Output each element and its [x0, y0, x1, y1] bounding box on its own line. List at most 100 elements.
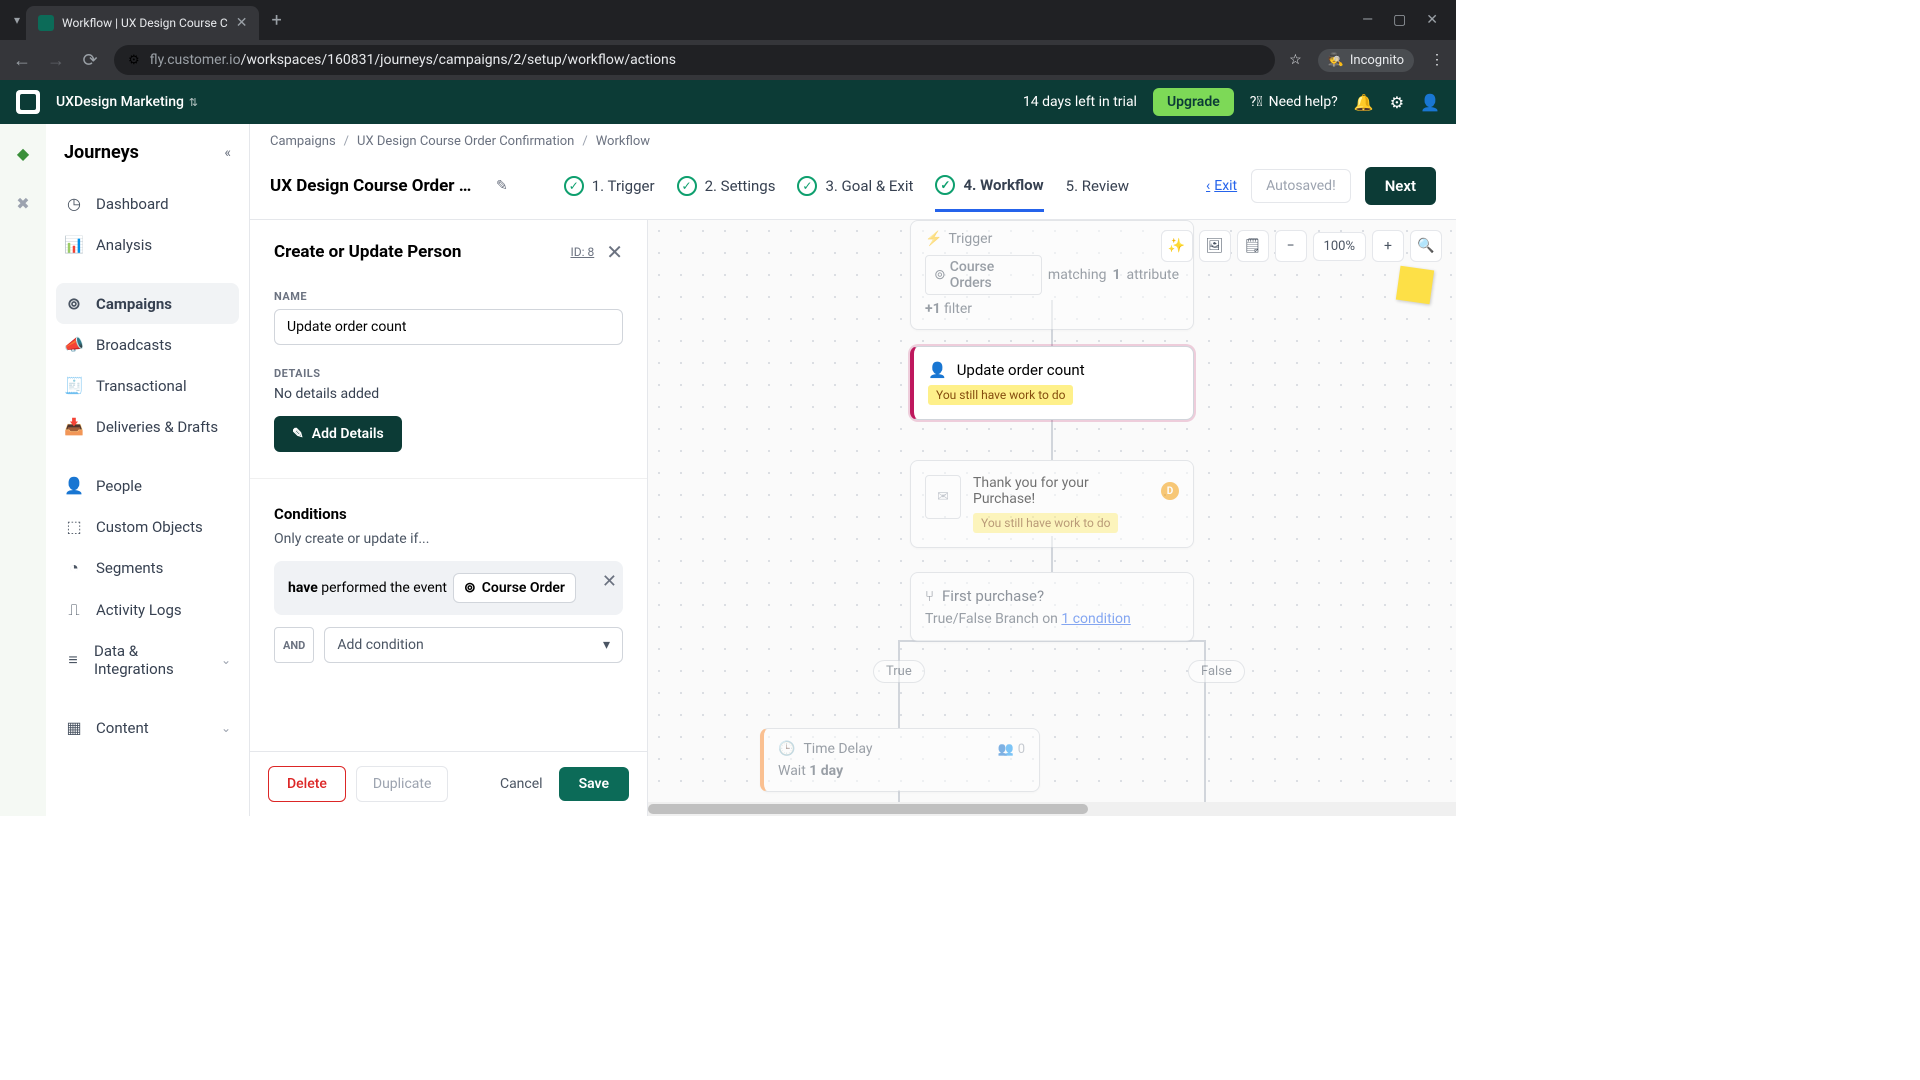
panel-id-link[interactable]: ID: 8 [570, 245, 594, 259]
remove-condition-icon[interactable]: ✕ [594, 571, 625, 592]
campaign-header: UX Design Course Order Confir... ✎ 1. Tr… [250, 159, 1456, 220]
step-review[interactable]: 5. Review [1066, 175, 1129, 197]
cube-icon: ⬚ [64, 517, 84, 536]
search-icon[interactable]: 🔍 [1410, 230, 1442, 262]
add-details-button[interactable]: ✎Add Details [274, 416, 402, 452]
reload-icon[interactable]: ⟳ [80, 50, 100, 71]
breadcrumb-campaign-name[interactable]: UX Design Course Order Confirmation [357, 134, 574, 149]
branch-true-label: True [873, 660, 925, 683]
edit-title-icon[interactable]: ✎ [496, 178, 508, 194]
bookmark-icon[interactable]: ☆ [1289, 52, 1302, 68]
pie-icon: ◔ [64, 558, 84, 578]
conditions-subtitle: Only create or update if... [274, 531, 623, 547]
duplicate-button[interactable]: Duplicate [356, 766, 449, 802]
campaign-title: UX Design Course Order Confir... [270, 176, 480, 196]
breadcrumb-workflow[interactable]: Workflow [596, 134, 650, 149]
browser-toolbar: ← → ⟳ ⚙ fly.customer.io/workspaces/16083… [0, 40, 1456, 80]
rail-secondary-icon[interactable]: ✖ [12, 192, 34, 214]
node-branch[interactable]: ⑂First purchase? True/False Branch on 1 … [910, 572, 1194, 642]
delete-button[interactable]: Delete [268, 766, 346, 802]
sidebar-title: Journeys [64, 142, 139, 163]
node-trigger[interactable]: ⚡Trigger ⊚Course Orders matching 1 attri… [910, 220, 1194, 330]
work-todo-badge: You still have work to do [928, 385, 1073, 405]
nav-analysis[interactable]: 📊Analysis [46, 224, 249, 265]
nav-activity-logs[interactable]: ⎍Activity Logs [46, 589, 249, 631]
notifications-icon[interactable]: 🔔 [1354, 93, 1374, 112]
browser-menu-icon[interactable]: ⋮ [1430, 52, 1444, 68]
step-trigger[interactable]: 1. Trigger [564, 175, 655, 197]
workflow-canvas[interactable]: ✨ 🖼 🗒 − 100% + 🔍 ⚡Trigger [648, 220, 1456, 816]
and-operator[interactable]: AND [274, 627, 314, 663]
step-settings[interactable]: 2. Settings [677, 175, 776, 197]
image-icon[interactable]: 🖼 [1199, 230, 1231, 262]
node-update-person[interactable]: 👤Update order count You still have work … [910, 346, 1194, 420]
workspace-switcher[interactable]: UXDesign Marketing ⇅ [56, 94, 198, 110]
back-icon[interactable]: ← [12, 50, 32, 71]
sticky-note[interactable] [1396, 266, 1434, 304]
cancel-button[interactable]: Cancel [494, 767, 549, 801]
nav-dashboard[interactable]: ◷Dashboard [46, 183, 249, 224]
sidebar: Journeys « ◷Dashboard 📊Analysis ⊚Campaig… [46, 124, 250, 816]
new-tab-button[interactable]: + [259, 10, 293, 31]
name-input[interactable] [274, 309, 623, 345]
nav-broadcasts[interactable]: 📣Broadcasts [46, 324, 249, 365]
tab-dropdown-icon[interactable]: ▾ [8, 13, 26, 27]
incognito-icon: 🕵 [1328, 53, 1344, 68]
minimize-icon[interactable]: — [1362, 12, 1373, 28]
sparkle-icon[interactable]: ✨ [1161, 230, 1193, 262]
close-panel-icon[interactable]: ✕ [606, 240, 623, 264]
help-button[interactable]: ?⃝ Need help? [1250, 94, 1338, 110]
nav-custom-objects[interactable]: ⬚Custom Objects [46, 506, 249, 547]
node-delay[interactable]: 🕒Time Delay👥0 Wait 1 day [760, 728, 1040, 792]
step-goal[interactable]: 3. Goal & Exit [797, 175, 913, 197]
maximize-icon[interactable]: ▢ [1393, 12, 1406, 28]
pencil-icon: ✎ [292, 426, 304, 442]
settings-icon[interactable]: ⚙ [1390, 93, 1404, 112]
browser-tab-bar: ▾ Workflow | UX Design Course C ✕ + — ▢ … [0, 0, 1456, 40]
autosaved-status: Autosaved! [1251, 169, 1351, 203]
horizontal-scrollbar[interactable] [648, 802, 1456, 816]
add-condition-select[interactable]: Add condition▾ [324, 627, 623, 663]
breadcrumb-campaigns[interactable]: Campaigns [270, 134, 336, 149]
exit-link[interactable]: ‹Exit [1206, 178, 1237, 194]
site-info-icon[interactable]: ⚙ [128, 53, 140, 68]
url-text: fly.customer.io/workspaces/160831/journe… [150, 52, 676, 68]
step-workflow[interactable]: 4. Workflow [935, 175, 1043, 212]
upgrade-button[interactable]: Upgrade [1153, 88, 1234, 116]
person-icon: 👤 [928, 361, 947, 379]
bolt-icon: ⚡ [925, 231, 942, 247]
rail-journeys-icon[interactable]: ◆ [12, 142, 34, 164]
nav-data-integrations[interactable]: ≡Data & Integrations⌄ [46, 631, 249, 689]
nav-people[interactable]: 👤People [46, 465, 249, 506]
nav-content[interactable]: ▦Content⌄ [46, 707, 249, 748]
account-icon[interactable]: 👤 [1420, 93, 1440, 112]
nav-segments[interactable]: ◔Segments [46, 547, 249, 589]
nav-deliveries[interactable]: 📥Deliveries & Drafts [46, 406, 249, 447]
incognito-badge[interactable]: 🕵 Incognito [1318, 49, 1414, 72]
chart-icon: 📊 [64, 235, 84, 254]
megaphone-icon: 📣 [64, 335, 84, 354]
close-tab-icon[interactable]: ✕ [236, 15, 248, 31]
chevron-down-icon: ▾ [603, 637, 610, 653]
draft-badge-icon: D [1161, 482, 1179, 500]
save-button[interactable]: Save [559, 767, 629, 801]
note-icon[interactable]: 🗒 [1237, 230, 1269, 262]
zoom-in-icon[interactable]: + [1372, 230, 1404, 262]
nav-transactional[interactable]: 🧾Transactional [46, 365, 249, 406]
collapse-sidebar-icon[interactable]: « [224, 145, 231, 161]
next-button[interactable]: Next [1365, 167, 1436, 205]
condition-link[interactable]: 1 condition [1061, 611, 1130, 627]
zoom-level[interactable]: 100% [1313, 232, 1366, 261]
app-logo-icon[interactable] [16, 90, 40, 114]
nav-campaigns[interactable]: ⊚Campaigns [56, 283, 239, 324]
close-window-icon[interactable]: ✕ [1426, 12, 1438, 28]
event-pill[interactable]: ⊚Course Order [453, 573, 576, 603]
favicon-icon [38, 15, 54, 31]
node-email[interactable]: ✉ Thank you for your Purchase!D You stil… [910, 460, 1194, 548]
browser-tab[interactable]: Workflow | UX Design Course C ✕ [26, 6, 259, 40]
zoom-out-icon[interactable]: − [1275, 230, 1307, 262]
condition-row[interactable]: have performed the event ⊚Course Order ✕ [274, 561, 623, 615]
pulse-icon: ⎍ [64, 600, 84, 620]
address-bar[interactable]: ⚙ fly.customer.io/workspaces/160831/jour… [114, 45, 1275, 75]
forward-icon[interactable]: → [46, 50, 66, 71]
